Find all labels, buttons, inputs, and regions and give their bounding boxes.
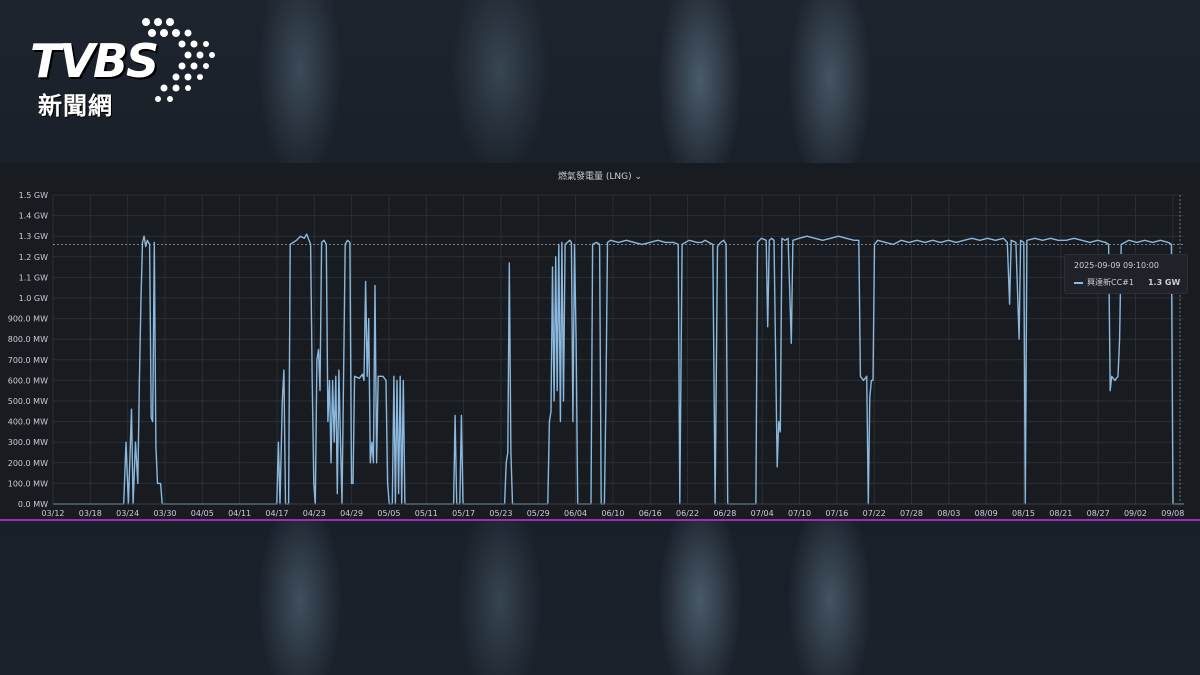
tooltip-series: 興達新CC#1: [1087, 278, 1134, 287]
y-tick-label: 400.0 MW: [8, 418, 48, 427]
x-tick-label: 04/23: [303, 509, 326, 518]
x-tick-label: 06/10: [601, 509, 624, 518]
chart-tooltip: 2025-09-09 09:10:00 興達新CC#1 1.3 GW: [1064, 254, 1188, 294]
x-tick-label: 04/17: [265, 509, 288, 518]
y-tick-label: 1.0 GW: [19, 294, 48, 303]
logo-subtitle: 新聞網: [38, 92, 113, 120]
x-tick-label: 08/27: [1087, 509, 1110, 518]
x-tick-label: 03/30: [153, 509, 176, 518]
x-tick-label: 05/11: [415, 509, 438, 518]
series-swatch-icon: [1074, 281, 1083, 284]
x-tick-label: 04/11: [228, 509, 251, 518]
x-tick-label: 08/15: [1012, 509, 1035, 518]
x-tick-label: 06/28: [713, 509, 736, 518]
x-tick-label: 06/04: [564, 509, 587, 518]
y-tick-label: 900.0 MW: [8, 315, 48, 324]
x-tick-label: 03/12: [41, 509, 64, 518]
x-tick-label: 06/16: [639, 509, 662, 518]
x-tick-label: 08/21: [1049, 509, 1072, 518]
y-tick-label: 600.0 MW: [8, 376, 48, 385]
y-tick-label: 1.1 GW: [19, 273, 48, 282]
y-tick-label: 1.2 GW: [19, 253, 48, 262]
x-tick-label: 03/24: [116, 509, 139, 518]
y-tick-label: 100.0 MW: [8, 479, 48, 488]
y-tick-label: 800.0 MW: [8, 335, 48, 344]
x-tick-label: 07/04: [751, 509, 774, 518]
tvbs-logo: TVBS 新聞網: [30, 16, 220, 120]
x-tick-label: 05/05: [377, 509, 400, 518]
series-line: [53, 233, 1184, 505]
tooltip-value: 1.3 GW: [1147, 278, 1181, 287]
x-tick-label: 07/28: [900, 509, 923, 518]
tooltip-row: 興達新CC#1 1.3 GW: [1074, 277, 1180, 288]
x-tick-label: 05/29: [527, 509, 550, 518]
x-tick-label: 04/29: [340, 509, 363, 518]
y-tick-label: 500.0 MW: [8, 397, 48, 406]
tooltip-time: 2025-09-09 09:10:00: [1074, 261, 1159, 270]
y-tick-label: 0.0 MW: [18, 500, 48, 509]
y-tick-label: 1.3 GW: [19, 232, 48, 241]
x-tick-label: 07/10: [788, 509, 811, 518]
x-tick-label: 07/16: [825, 509, 848, 518]
x-tick-label: 07/22: [863, 509, 886, 518]
y-tick-label: 300.0 MW: [8, 438, 48, 447]
y-tick-label: 700.0 MW: [8, 356, 48, 365]
x-tick-label: 09/02: [1124, 509, 1147, 518]
y-tick-label: 200.0 MW: [8, 459, 48, 468]
x-tick-label: 09/08: [1161, 509, 1184, 518]
x-tick-label: 08/03: [937, 509, 960, 518]
y-tick-label: 1.4 GW: [19, 212, 48, 221]
x-tick-label: 03/18: [79, 509, 102, 518]
x-tick-label: 06/22: [676, 509, 699, 518]
x-tick-label: 08/09: [975, 509, 998, 518]
chart-panel: 燃氣發電量 (LNG) ⌄ 0.0 MW 100.0 MW 200.0 MW 300.…: [0, 163, 1200, 521]
x-tick-label: 05/17: [452, 509, 475, 518]
x-tick-label: 04/05: [191, 509, 214, 518]
x-tick-label: 05/23: [489, 509, 512, 518]
y-tick-label: 1.5 GW: [19, 191, 48, 200]
line-chart: 0.0 MW 100.0 MW 200.0 MW 300.0 MW 400.0 MW 50…: [8, 191, 1185, 518]
logo-brand: TVBS: [30, 34, 159, 88]
